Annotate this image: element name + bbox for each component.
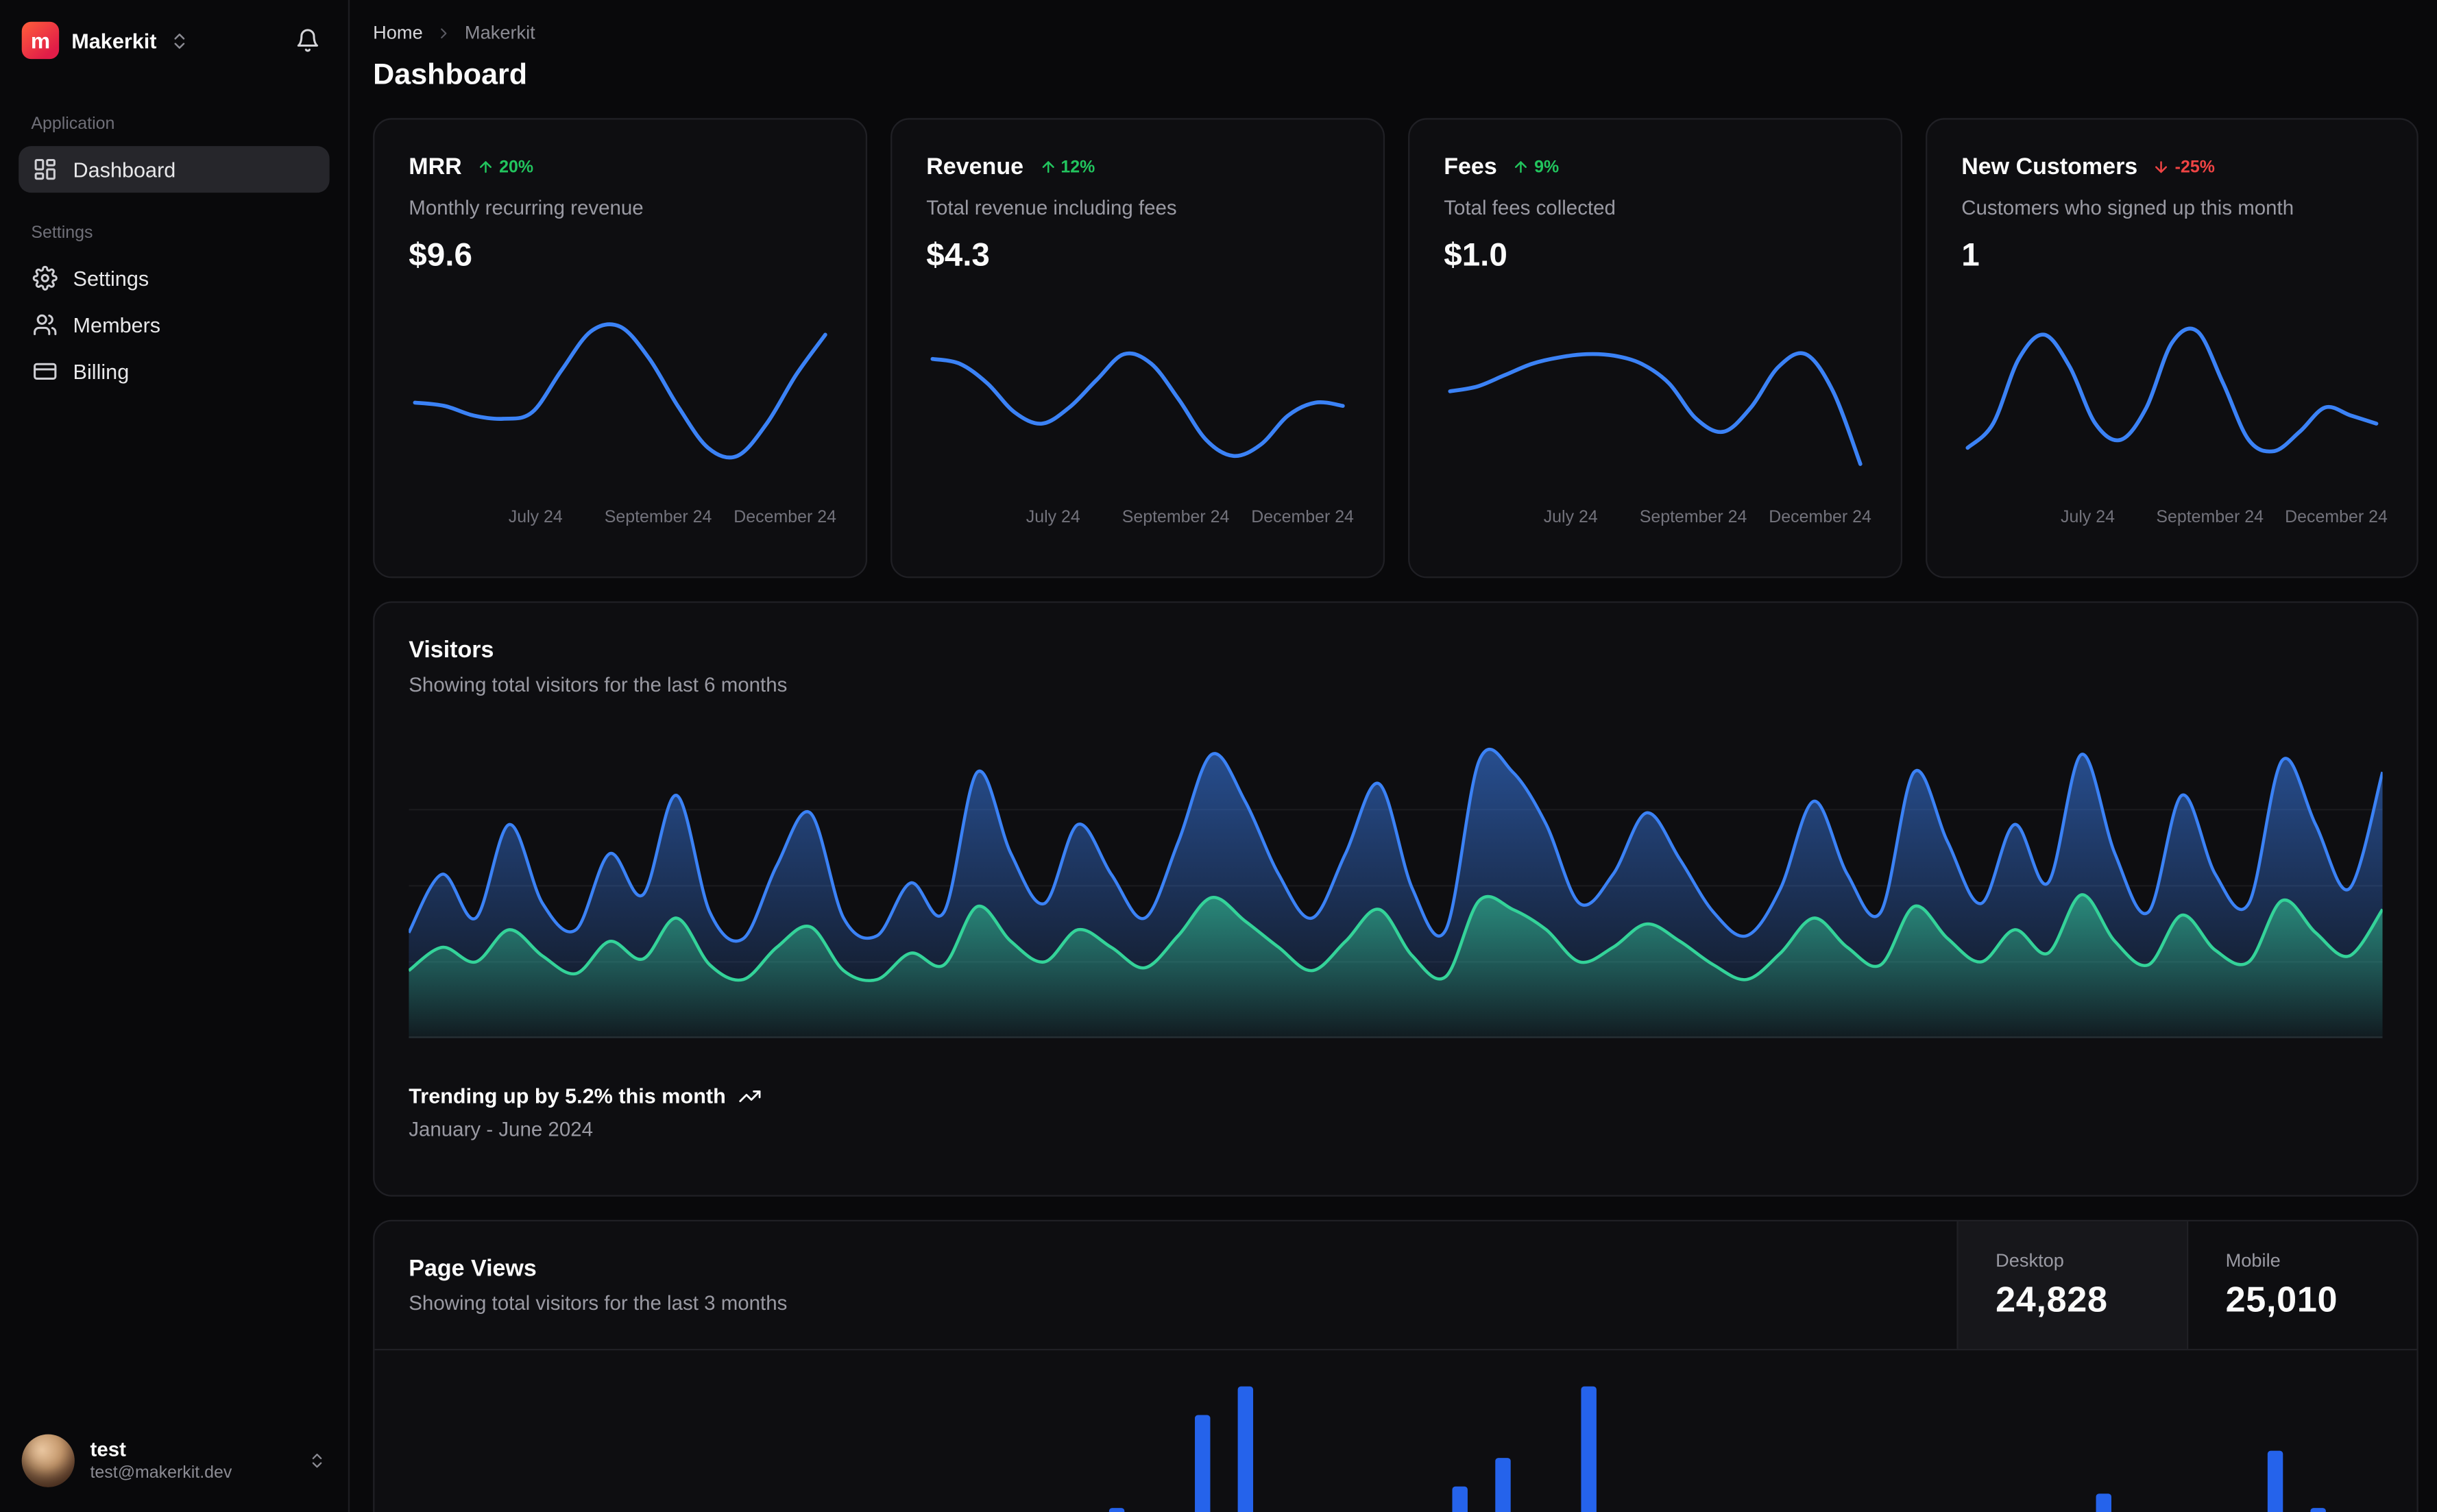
stat-title: Revenue	[926, 154, 1024, 180]
stat-card-new-customers: New Customers -25% Customers who signed …	[1926, 118, 2418, 578]
sidebar-item-members[interactable]: Members	[19, 302, 329, 348]
credit-card-icon	[33, 359, 58, 384]
page-title: Dashboard	[373, 59, 528, 92]
stat-card-fees: Fees 9% Total fees collected $1.0 July 2…	[1408, 118, 1903, 578]
stat-title: MRR	[409, 154, 462, 180]
mrr-sparkline-chart	[409, 309, 832, 489]
user-meta: test test@makerkit.dev	[90, 1437, 292, 1484]
breadcrumb-current[interactable]: Makerkit	[465, 22, 535, 44]
stat-cards-row: MRR 20% Monthly recurring revenue $9.6 J…	[373, 118, 2418, 578]
user-email: test@makerkit.dev	[90, 1463, 232, 1483]
x-axis-labels: July 24 September 24 December 24	[2061, 508, 2388, 527]
delta-badge: 20%	[477, 158, 533, 176]
desktop-toggle[interactable]: Desktop 24,828	[1956, 1221, 2187, 1349]
stat-subtitle: Customers who signed up this month	[1961, 195, 2294, 219]
bell-icon	[295, 28, 320, 53]
sidebar-header: m Makerkit	[19, 19, 329, 69]
gear-icon	[32, 265, 58, 291]
sidebar-item-label: Dashboard	[73, 158, 176, 182]
x-axis-labels: July 24 September 24 December 24	[1543, 508, 1871, 527]
workspace-switcher[interactable]: m Makerkit	[21, 21, 189, 60]
sidebar-nav: Application Dashboard Settings Settings …	[19, 84, 330, 395]
stat-value: $4.3	[926, 237, 990, 274]
delta-badge: -25%	[2153, 158, 2215, 176]
page-views-header: Page Views Showing total visitors for th…	[374, 1221, 2417, 1351]
page-views-card: Page Views Showing total visitors for th…	[373, 1219, 2418, 1512]
avatar	[21, 1434, 75, 1487]
stat-value: 1	[1961, 237, 1980, 274]
notifications-button[interactable]	[289, 22, 326, 59]
x-axis-labels: July 24 September 24 December 24	[508, 508, 836, 527]
x-axis-labels: July 24 September 24 December 24	[1026, 508, 1354, 527]
page-views-bar-chart	[409, 1372, 2382, 1512]
workspace-name: Makerkit	[71, 28, 157, 52]
visitors-card: Visitors Showing total visitors for the …	[373, 601, 2418, 1197]
chevron-right-icon	[435, 24, 452, 41]
chevrons-up-down-icon	[308, 1452, 326, 1470]
delta-badge: 9%	[1512, 158, 1559, 176]
stat-subtitle: Total revenue including fees	[926, 195, 1177, 219]
trending-up-icon	[738, 1085, 762, 1108]
sidebar: m Makerkit Application Dashboard Setting…	[0, 0, 350, 1512]
stat-title: Fees	[1444, 154, 1497, 180]
sidebar-item-billing[interactable]: Billing	[19, 348, 329, 395]
user-menu[interactable]: test test@makerkit.dev	[19, 1428, 329, 1493]
delta-badge: 12%	[1039, 158, 1095, 176]
page-views-toggles: Desktop 24,828 Mobile 25,010	[1956, 1221, 2416, 1349]
stat-subtitle: Total fees collected	[1444, 195, 1616, 219]
sidebar-item-label: Settings	[73, 266, 149, 290]
stat-value: $9.6	[409, 237, 472, 274]
revenue-sparkline-chart	[926, 309, 1349, 489]
new-customers-sparkline-chart	[1961, 309, 2382, 489]
sidebar-item-settings[interactable]: Settings	[19, 255, 329, 302]
sidebar-item-label: Members	[73, 313, 161, 337]
page-views-title: Page Views	[409, 1255, 537, 1282]
visitors-area-chart	[409, 733, 2383, 1038]
visitors-title: Visitors	[409, 637, 494, 664]
arrow-up-icon	[1512, 158, 1529, 175]
stat-title: New Customers	[1961, 154, 2138, 180]
stat-subtitle: Monthly recurring revenue	[409, 195, 644, 219]
nav-section-label: Settings	[31, 223, 93, 243]
breadcrumb: Home Makerkit	[373, 22, 2418, 44]
mobile-toggle[interactable]: Mobile 25,010	[2186, 1221, 2417, 1349]
page-views-subtitle: Showing total visitors for the last 3 mo…	[409, 1291, 788, 1315]
stat-value: $1.0	[1444, 237, 1507, 274]
breadcrumb-home-link[interactable]: Home	[373, 22, 423, 44]
nav-section-label: Application	[31, 114, 115, 134]
stat-card-mrr: MRR 20% Monthly recurring revenue $9.6 J…	[373, 118, 868, 578]
user-name: test	[90, 1437, 126, 1461]
arrow-up-icon	[1039, 158, 1056, 175]
arrow-up-icon	[477, 158, 494, 175]
app-root: m Makerkit Application Dashboard Setting…	[0, 0, 2437, 1512]
main-content: Home Makerkit Dashboard MRR 20% Monthly …	[350, 0, 2437, 1512]
date-range: January - June 2024	[409, 1117, 594, 1141]
makerkit-logo: m	[21, 21, 60, 60]
sidebar-item-label: Billing	[73, 359, 130, 383]
chevrons-up-down-icon	[169, 30, 189, 50]
arrow-down-icon	[2153, 158, 2170, 175]
stat-card-revenue: Revenue 12% Total revenue including fees…	[890, 118, 1385, 578]
sidebar-item-dashboard[interactable]: Dashboard	[19, 146, 330, 193]
visitors-subtitle: Showing total visitors for the last 6 mo…	[409, 672, 788, 696]
dashboard-grid-icon	[33, 157, 58, 182]
users-icon	[33, 313, 58, 337]
trend-summary: Trending up by 5.2% this month	[409, 1085, 2382, 1108]
fees-sparkline-chart	[1444, 309, 1867, 489]
